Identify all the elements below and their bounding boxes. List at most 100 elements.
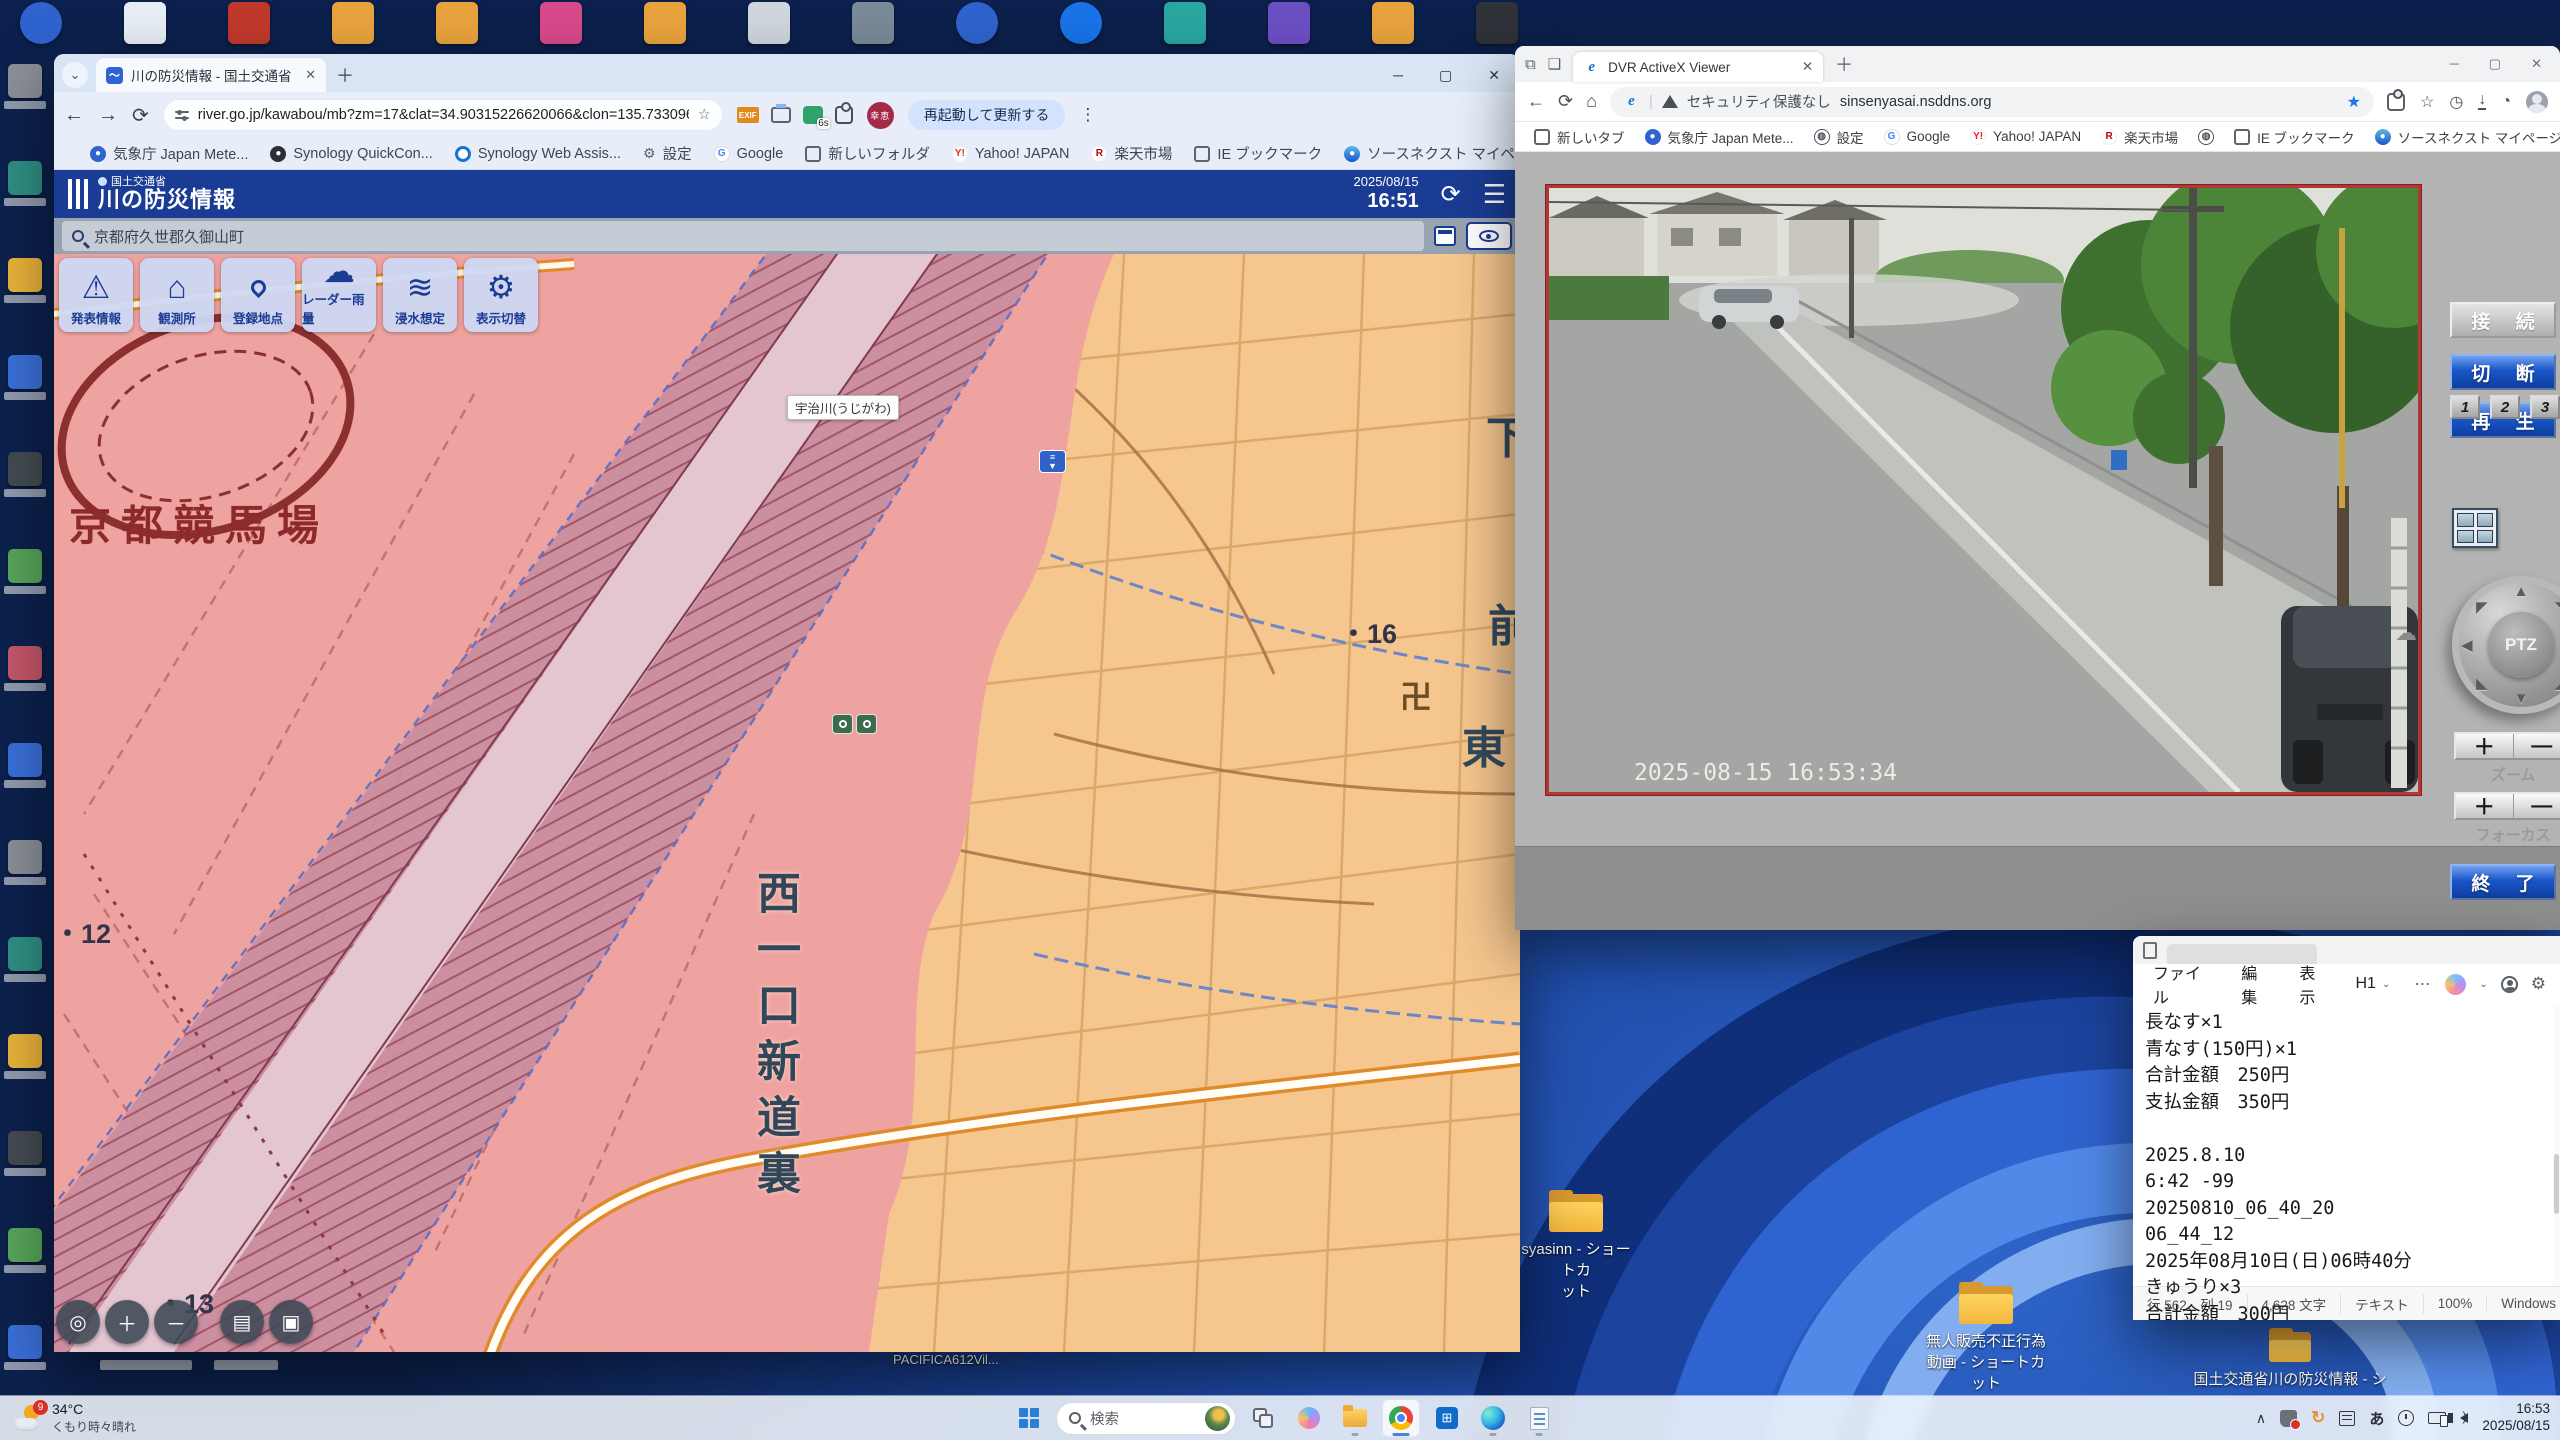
water-level-marker[interactable]: ≡▼ (1039, 450, 1066, 473)
tool-inundation[interactable]: ≋ 浸水想定 (383, 258, 457, 332)
desktop-icon[interactable] (1268, 2, 1310, 44)
forward-icon[interactable]: → (98, 104, 118, 127)
taskbar-search[interactable]: 検索 (1056, 1402, 1236, 1435)
chevron-down-icon[interactable]: ⌄ (2479, 979, 2487, 990)
bookmark-item[interactable]: 新しいタブ (1525, 127, 1634, 147)
tool-stations[interactable]: ⌂ 観測所 (140, 258, 214, 332)
ptz-up-icon[interactable]: ▲ (2514, 583, 2529, 600)
bookmark-item[interactable]: ●ソースネクスト マイページ (1335, 143, 1520, 164)
bookmark-item[interactable]: IE ブックマーク (1185, 143, 1331, 164)
desktop-icon[interactable] (8, 452, 42, 486)
multiview-grid-button[interactable] (2452, 508, 2498, 548)
desktop-icon[interactable] (8, 258, 42, 292)
ime-mode-indicator[interactable]: あ (2369, 1408, 2384, 1429)
minimize-button[interactable]: ─ (1393, 68, 1403, 82)
notepad-button[interactable] (1520, 1399, 1558, 1437)
history-icon[interactable]: ◷ (2449, 92, 2463, 112)
desktop-icon[interactable] (20, 2, 62, 44)
file-explorer-button[interactable] (1336, 1399, 1374, 1437)
calendar-icon[interactable] (1434, 226, 1456, 246)
desktop-icon[interactable] (8, 161, 42, 195)
desktop-icon[interactable] (8, 937, 42, 971)
camera-marker[interactable] (856, 714, 877, 734)
edge-button[interactable] (1474, 1399, 1512, 1437)
desktop-folder-video[interactable]: 無人販売不正行為 動画 - ショートカット (1926, 1282, 2046, 1393)
desktop-icon[interactable] (8, 1131, 42, 1165)
ime-pad-icon[interactable] (2339, 1411, 2355, 1426)
desktop-icon[interactable] (1476, 2, 1518, 44)
site-settings-icon[interactable] (175, 109, 189, 121)
bookmark-item[interactable]: Y!Yahoo! JAPAN (943, 146, 1079, 162)
bookmark-item[interactable]: GGoogle (705, 146, 793, 162)
ptz-upleft-icon[interactable]: ◤ (2476, 598, 2488, 616)
tab-actions-icon[interactable]: ❏ (1548, 55, 1561, 73)
chrome-button[interactable] (1382, 1399, 1420, 1437)
bookmark-item[interactable]: IE ブックマーク (2225, 127, 2364, 147)
bookmark-item[interactable]: ⚙設定 (634, 143, 701, 164)
desktop-icon[interactable] (332, 2, 374, 44)
desktop-folder-syasinn[interactable]: syasinn - ショートカ ット (1516, 1190, 1636, 1301)
desktop-icon[interactable] (540, 2, 582, 44)
tool-registered-points[interactable]: 登録地点 (221, 258, 295, 332)
zoom-in-button[interactable]: ＋ (105, 1300, 149, 1344)
view-toggle-button[interactable] (1466, 222, 1512, 250)
back-icon[interactable]: ← (64, 104, 84, 127)
tab-close-icon[interactable]: ✕ (305, 67, 316, 83)
desktop-icon[interactable] (8, 1228, 42, 1262)
hidden-icons-chevron[interactable]: ∧ (2256, 1410, 2266, 1427)
maximize-button[interactable]: ▢ (2489, 56, 2501, 72)
bookmark-item[interactable]: GGoogle (1875, 129, 1960, 145)
bookmark-item[interactable]: 新しいフォルダ (796, 143, 939, 164)
desktop-folder-kawabou[interactable]: 国土交通省川の防災情報 - シ (2180, 1328, 2400, 1389)
security-alert-icon[interactable] (2280, 1410, 2297, 1427)
new-tab-button[interactable]: ＋ (336, 62, 354, 88)
maximize-button[interactable]: ▢ (1439, 68, 1452, 82)
tab-close-icon[interactable]: ✕ (1802, 59, 1813, 75)
imagery-button[interactable]: ▣ (269, 1300, 313, 1344)
zoom-out-button[interactable]: － (154, 1300, 198, 1344)
profile-avatar[interactable]: 幸恵 (867, 102, 894, 129)
downloads-icon[interactable]: ↓ (2478, 93, 2486, 109)
style-dropdown[interactable]: H1⌄ (2346, 970, 2401, 998)
map-search-input[interactable]: 京都府久世郡久御山町 (62, 221, 1424, 251)
desktop-icon[interactable] (8, 355, 42, 389)
bookmark-star-icon[interactable]: ☆ (698, 107, 711, 123)
scrollbar[interactable] (2553, 1004, 2560, 1286)
capture-extension-icon[interactable]: 6s (803, 106, 823, 124)
bookmark-item[interactable]: ●気象庁 Japan Mete... (81, 143, 257, 164)
bookmark-item[interactable]: Synology Web Assis... (446, 146, 630, 162)
bookmark-item[interactable]: R楽天市場 (2092, 127, 2187, 147)
desktop-icon[interactable] (8, 1325, 42, 1359)
minimize-button[interactable]: ─ (2450, 56, 2459, 72)
weather-widget[interactable]: 9 34°C くもり時々晴れ (0, 1401, 220, 1435)
desktop-icon[interactable] (956, 2, 998, 44)
exit-button[interactable]: 終 了 (2450, 864, 2556, 900)
browser-essentials-icon[interactable]: ◔ (2501, 93, 2511, 111)
close-button[interactable]: ✕ (1488, 68, 1500, 82)
chrome-active-tab[interactable]: 〜 川の防災情報 - 国土交通省 ✕ (96, 58, 326, 92)
desktop-icon[interactable] (748, 2, 790, 44)
notepad-text-area[interactable]: 長なす×1 青なす(150円)×1 合計金額 250円 支払金額 350円 20… (2133, 1004, 2560, 1286)
ptz-upright-icon[interactable]: ◥ (2554, 598, 2560, 616)
toolbar-overflow-icon[interactable]: ⋯ (2404, 974, 2441, 994)
task-view-button[interactable] (1244, 1399, 1282, 1437)
ptz-downright-icon[interactable]: ◢ (2554, 674, 2560, 692)
ptz-left-icon[interactable]: ◀ (2461, 636, 2473, 654)
focus-out-button[interactable]: — (2514, 794, 2560, 818)
desktop-icon[interactable] (8, 549, 42, 583)
extensions-puzzle-icon[interactable] (2387, 93, 2405, 111)
pan-hand-icon[interactable]: ☁ (2395, 620, 2417, 646)
desktop-icon[interactable] (644, 2, 686, 44)
clock-app-icon[interactable] (2398, 1410, 2414, 1426)
relaunch-update-button[interactable]: 再起動して更新する (908, 100, 1066, 130)
store-button[interactable]: ⊞ (1428, 1399, 1466, 1437)
disconnect-button[interactable]: 切 断 (2450, 354, 2556, 390)
refresh-icon[interactable]: ⟳ (1441, 180, 1461, 209)
tool-announcements[interactable]: ⚠ 発表情報 (59, 258, 133, 332)
back-icon[interactable]: ← (1527, 91, 1545, 112)
flood-hazard-map[interactable]: 京都競馬場 宇治川(うじがわ) ・16 卍 東 下 前 西一口新道裏 ・12 ・… (54, 254, 1520, 1352)
search-highlight-image[interactable] (1205, 1406, 1230, 1431)
tab-search-button[interactable]: ⌄ (62, 62, 88, 88)
hamburger-menu-icon[interactable]: ☰ (1483, 179, 1506, 210)
apps-grid-icon[interactable] (66, 146, 69, 162)
